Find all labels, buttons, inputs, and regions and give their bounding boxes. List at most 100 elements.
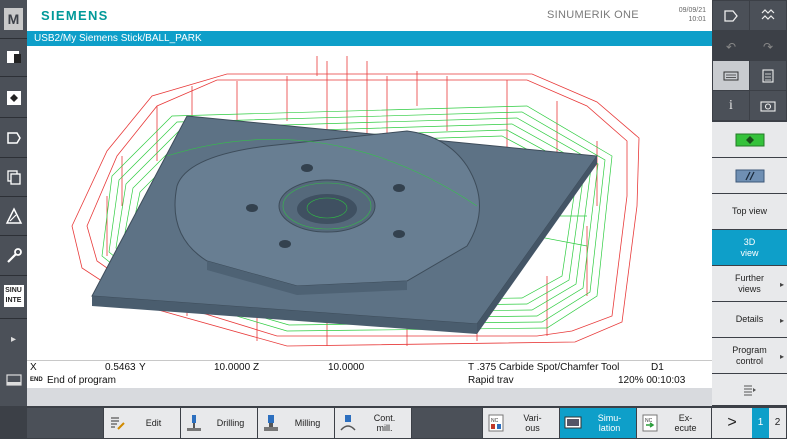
parameter-area-button[interactable] [2, 42, 25, 72]
execute-label-2: ecute [674, 423, 697, 433]
program-area-button[interactable] [2, 83, 25, 113]
chevron-right-icon: ▸ [10, 333, 17, 345]
program-control-softkey[interactable]: Program control ▸ [712, 338, 787, 373]
calculator-button[interactable] [750, 61, 786, 90]
top-view-softkey[interactable]: Top view [712, 194, 787, 229]
edit-softkey[interactable]: Edit [104, 408, 180, 438]
simulation-label-1: Simu- [597, 413, 622, 423]
details-softkey[interactable]: Details ▸ [712, 302, 787, 337]
simulation-softkey[interactable]: Simu- lation [560, 408, 636, 438]
product-name: SINUMERIK ONE [547, 9, 639, 21]
machine-icon: M [4, 8, 23, 30]
program-manager-button[interactable] [2, 123, 25, 153]
expand-arrow-button[interactable]: ▸ [2, 324, 25, 354]
channel-switch-icon [724, 9, 738, 22]
header: SIEMENS SINUMERIK ONE 09/09/21 10:01 [27, 0, 712, 31]
left-toolbar: M SINU INTE ▸ [0, 0, 27, 439]
undo-icon: ↶ [725, 39, 737, 54]
mill-icon [261, 412, 281, 434]
x-value: 0.5463 [105, 362, 136, 373]
program-status: END End of program Rapid trav 120% 00:10… [27, 374, 712, 388]
siemens-logo: SIEMENS [41, 8, 109, 23]
window-icon [5, 374, 22, 386]
redo-button[interactable]: ↷ [750, 32, 786, 61]
softkey-page-2[interactable]: 2 [769, 408, 786, 438]
nc-execute-icon: NC [640, 412, 660, 434]
machine-area-button[interactable]: M [2, 4, 25, 34]
status-divider [27, 388, 712, 406]
program-control-label-2: control [735, 355, 763, 366]
execute-label: Ex- ecute [664, 413, 711, 433]
channel-switch-button[interactable] [713, 1, 749, 30]
drilling-softkey[interactable]: Drilling [181, 408, 257, 438]
active-tool: T .375 Carbide Spot/Chamfer Tool [468, 362, 620, 373]
further-views-softkey[interactable]: Further views ▸ [712, 266, 787, 301]
sinumerik-integrate-button[interactable]: SINU INTE [2, 281, 25, 311]
chevron-right-icon: ▸ [779, 352, 784, 361]
execute-label-1: Ex- [678, 413, 693, 423]
window-button[interactable] [2, 365, 25, 395]
reset-softkey[interactable] [712, 158, 787, 193]
edit-icon [107, 412, 127, 434]
undo-button[interactable]: ↶ [713, 32, 749, 61]
top-view-label: Top view [731, 206, 767, 216]
calculator-icon [762, 68, 774, 83]
program-icon [6, 91, 21, 105]
milling-label: Milling [294, 418, 321, 428]
empty-softkey[interactable] [27, 408, 103, 438]
milling-softkey[interactable]: Milling [258, 408, 334, 438]
position-display: X 0.5463 Y 10.0000 Z 10.0000 T .375 Carb… [27, 360, 712, 374]
simulation-label-2: lation [598, 423, 621, 433]
keyboard-icon [723, 71, 739, 80]
drill-icon [184, 412, 204, 434]
toolpath-3d-view[interactable] [27, 46, 712, 360]
simulation-viewport[interactable] [27, 46, 712, 360]
wave-icon [761, 8, 775, 20]
3d-view-softkey[interactable]: 3D view [712, 230, 787, 265]
program-control-label-1: Program [732, 344, 767, 355]
diagnostics-button[interactable] [2, 162, 25, 192]
parameter-icon [6, 51, 21, 63]
empty-softkey-2[interactable] [412, 408, 482, 438]
horizontal-softkeys: Edit Drilling Milling Cont. mill. NC Var… [0, 406, 787, 439]
contour-milling-label: Cont. mill. [362, 413, 411, 433]
status-message: End of program [47, 375, 116, 386]
alarm-triangle-icon [5, 207, 22, 224]
further-views-label-1: Further [734, 272, 764, 283]
contour-milling-softkey[interactable]: Cont. mill. [335, 408, 411, 438]
screenshot-button[interactable] [750, 91, 786, 120]
info-button[interactable]: i [713, 91, 749, 120]
execute-softkey[interactable]: NC Ex- ecute [637, 408, 711, 438]
various-label-1: Vari- [523, 413, 542, 423]
z-axis-label: Z [253, 362, 260, 373]
program-manager-icon [6, 132, 21, 144]
setup-button[interactable] [2, 241, 25, 271]
softkey-page-1[interactable]: 1 [752, 408, 769, 438]
help-button[interactable] [750, 1, 786, 30]
vertical-softkeys: ↶ ↷ i Top view 3D view Further views ▸ D… [712, 0, 787, 406]
override-and-time: 120% 00:10:03 [618, 375, 686, 386]
further-views-label-2: views [738, 283, 761, 294]
edit-label: Edit [145, 418, 162, 428]
time: 10:01 [688, 16, 706, 23]
alarm-button[interactable] [2, 201, 25, 231]
x-axis-label: X [30, 362, 37, 373]
status-tag: END [30, 377, 43, 383]
z-value: 10.0000 [328, 362, 365, 373]
next-softkey-page-button[interactable]: > [712, 408, 752, 438]
simulation-label: Simu- lation [587, 413, 636, 433]
date-time: 09/09/21 10:01 [679, 6, 706, 24]
contour-milling-label-1: Cont. [373, 413, 396, 423]
chevron-right-icon: ▸ [779, 316, 784, 325]
more-softkey[interactable] [712, 374, 787, 405]
sinumerik-hmi: M SINU INTE ▸ SIEMENS SINUMERIK ONE 09/0… [0, 0, 787, 439]
cycle-start-softkey[interactable] [712, 122, 787, 157]
date: 09/09/21 [678, 7, 706, 14]
3d-view-label-1: 3D [743, 236, 756, 247]
simulation-icon [563, 412, 583, 434]
program-path: USB2/My Siemens Stick/BALL_PARK [27, 31, 712, 46]
keyboard-button[interactable] [713, 61, 749, 90]
camera-icon [760, 100, 776, 112]
various-softkey[interactable]: NC Vari- ous [483, 408, 559, 438]
reset-icon [735, 169, 764, 182]
